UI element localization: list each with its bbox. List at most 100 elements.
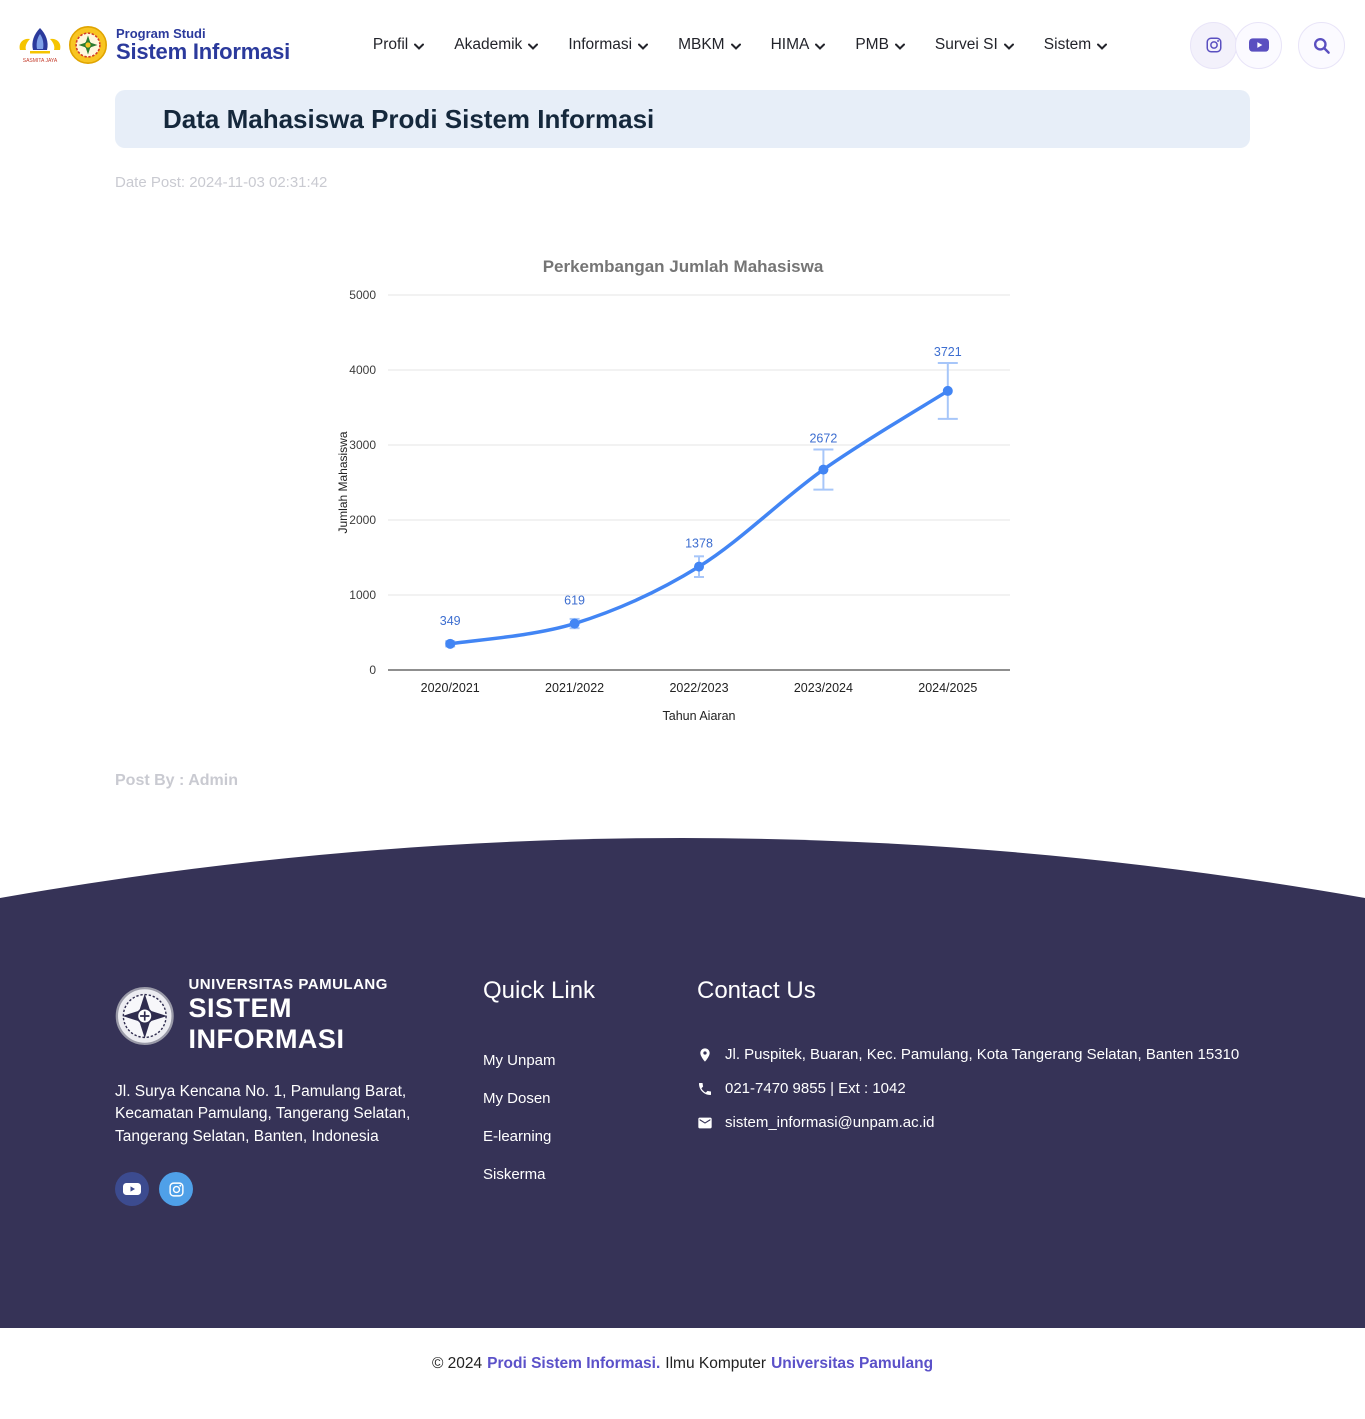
svg-text:3721: 3721 — [933, 345, 961, 359]
svg-text:2000: 2000 — [349, 513, 376, 527]
nav-item-label: Informasi — [568, 36, 632, 54]
phone-icon — [697, 1081, 713, 1097]
youtube-icon — [1249, 37, 1269, 53]
unpam-logo-icon — [69, 26, 107, 64]
brand-text: Program Studi Sistem Informasi — [116, 27, 290, 64]
brand-line1: Program Studi — [116, 27, 290, 41]
post-by: Post By : Admin — [115, 772, 1250, 791]
nav-item-profil[interactable]: Profil — [373, 36, 424, 54]
youtube-button[interactable] — [1235, 22, 1282, 69]
copyright-prefix: © 2024 — [432, 1355, 482, 1373]
chart-container: Perkembangan Jumlah Mahasiswa 0 1000 2000 30… — [115, 250, 1250, 720]
instagram-icon — [168, 1181, 185, 1198]
contact-phone: 021-7470 9855 | Ext : 1042 — [725, 1080, 906, 1097]
contact-us-title: Contact Us — [697, 976, 1365, 1006]
contact-list: Jl. Puspitek, Buaran, Kec. Pamulang, Kot… — [697, 1046, 1365, 1131]
svg-text:Tahun Ajaran: Tahun Ajaran — [662, 709, 735, 720]
chevron-down-icon — [1097, 42, 1107, 51]
page: SASMITA JAYA Program Studi Sistem Inform… — [0, 0, 1365, 1419]
envelope-icon — [697, 1115, 713, 1131]
nav-item-pmb[interactable]: PMB — [855, 36, 905, 54]
sasmita-jaya-caption: SASMITA JAYA — [23, 58, 58, 64]
instagram-button[interactable] — [1190, 22, 1237, 69]
nav-item-label: MBKM — [678, 36, 725, 54]
chevron-down-icon — [1004, 42, 1014, 51]
nav-item-label: Profil — [373, 36, 408, 54]
svg-text:0: 0 — [369, 663, 376, 677]
sasmita-jaya-logo-icon: SASMITA JAYA — [16, 22, 64, 68]
footer-brand-text: UNIVERSITAS PAMULANG SISTEM INFORMASI — [188, 976, 445, 1055]
location-pin-icon — [697, 1047, 713, 1063]
line-chart: Perkembangan Jumlah Mahasiswa 0 1000 2000 30… — [333, 250, 1033, 720]
svg-text:619: 619 — [564, 594, 585, 608]
page-title-banner: Data Mahasiswa Prodi Sistem Informasi — [115, 90, 1250, 148]
quick-link-list: My Unpam My Dosen E-learning Siskerma — [483, 1048, 623, 1187]
svg-text:2672: 2672 — [809, 432, 837, 446]
svg-text:2023/2024: 2023/2024 — [793, 681, 852, 695]
youtube-icon — [123, 1182, 141, 1196]
nav-item-akademik[interactable]: Akademik — [454, 36, 538, 54]
header-actions — [1190, 22, 1345, 69]
copyright-link-unpam[interactable]: Universitas Pamulang — [771, 1355, 933, 1373]
quick-link-siskerma[interactable]: Siskerma — [483, 1162, 623, 1187]
search-button[interactable] — [1298, 22, 1345, 69]
footer: UNIVERSITAS PAMULANG SISTEM INFORMASI Jl… — [0, 926, 1365, 1328]
contact-address-row: Jl. Puspitek, Buaran, Kec. Pamulang, Kot… — [697, 1046, 1365, 1063]
footer-contact: Contact Us Jl. Puspitek, Buaran, Kec. Pa… — [697, 976, 1365, 1328]
svg-text:2024/2025: 2024/2025 — [918, 681, 977, 695]
instagram-icon — [1205, 36, 1223, 54]
chevron-down-icon — [528, 42, 538, 51]
contact-email-row: sistem_informasi@unpam.ac.id — [697, 1114, 1365, 1131]
contact-phone-row: 021-7470 9855 | Ext : 1042 — [697, 1080, 1365, 1097]
footer-brand-line1: UNIVERSITAS PAMULANG — [188, 976, 445, 993]
quick-link-my-unpam[interactable]: My Unpam — [483, 1048, 623, 1073]
nav-item-informasi[interactable]: Informasi — [568, 36, 648, 54]
quick-link-e-learning[interactable]: E-learning — [483, 1124, 623, 1149]
main-content: Data Mahasiswa Prodi Sistem Informasi Da… — [115, 90, 1250, 791]
footer-brand-line2: SISTEM INFORMASI — [188, 993, 445, 1055]
nav-item-mbkm[interactable]: MBKM — [678, 36, 741, 54]
nav-item-label: HIMA — [771, 36, 810, 54]
footer-address: Jl. Surya Kencana No. 1, Pamulang Barat,… — [115, 1081, 415, 1148]
instagram-link[interactable] — [159, 1172, 193, 1206]
svg-text:2022/2023: 2022/2023 — [669, 681, 728, 695]
svg-text:1378: 1378 — [685, 537, 713, 551]
svg-text:Perkembangan Jumlah Mahasiswa: Perkembangan Jumlah Mahasiswa — [542, 257, 823, 276]
footer-brand: UNIVERSITAS PAMULANG SISTEM INFORMASI — [115, 976, 445, 1055]
nav-item-label: Survei SI — [935, 36, 998, 54]
svg-text:3000: 3000 — [349, 438, 376, 452]
footer-curve — [0, 836, 1365, 926]
brand-line2: Sistem Informasi — [116, 40, 290, 63]
nav-item-label: PMB — [855, 36, 889, 54]
footer-quick-link: Quick Link My Unpam My Dosen E-learning … — [483, 976, 623, 1328]
svg-text:349: 349 — [439, 614, 460, 628]
search-icon — [1312, 36, 1331, 55]
main-nav: Profil Akademik Informasi MBKM HIMA PMB … — [290, 36, 1190, 54]
svg-text:4000: 4000 — [349, 363, 376, 377]
header: SASMITA JAYA Program Studi Sistem Inform… — [0, 0, 1365, 90]
chevron-down-icon — [895, 42, 905, 51]
chevron-down-icon — [731, 42, 741, 51]
footer-about: UNIVERSITAS PAMULANG SISTEM INFORMASI Jl… — [115, 976, 445, 1328]
copyright-link-prodi[interactable]: Prodi Sistem Informasi. — [487, 1355, 660, 1373]
site-logo[interactable]: SASMITA JAYA Program Studi Sistem Inform… — [16, 22, 290, 68]
copyright-middle: Ilmu Komputer — [665, 1355, 766, 1373]
nav-item-sistem[interactable]: Sistem — [1044, 36, 1107, 54]
unpam-footer-logo-icon — [115, 985, 174, 1047]
contact-email: sistem_informasi@unpam.ac.id — [725, 1114, 934, 1131]
svg-text:2021/2022: 2021/2022 — [545, 681, 604, 695]
footer-socials — [115, 1172, 445, 1206]
quick-link-my-dosen[interactable]: My Dosen — [483, 1086, 623, 1111]
contact-address: Jl. Puspitek, Buaran, Kec. Pamulang, Kot… — [725, 1046, 1239, 1063]
svg-text:5000: 5000 — [349, 288, 376, 302]
nav-item-survei-si[interactable]: Survei SI — [935, 36, 1014, 54]
nav-item-hima[interactable]: HIMA — [771, 36, 826, 54]
chevron-down-icon — [414, 42, 424, 51]
youtube-link[interactable] — [115, 1172, 149, 1206]
svg-text:1000: 1000 — [349, 588, 376, 602]
chevron-down-icon — [815, 42, 825, 51]
nav-item-label: Sistem — [1044, 36, 1091, 54]
copyright-bar: © 2024 Prodi Sistem Informasi. Ilmu Komp… — [0, 1328, 1365, 1400]
svg-text:Jumlah Mahasiswa: Jumlah Mahasiswa — [336, 431, 350, 533]
nav-item-label: Akademik — [454, 36, 522, 54]
